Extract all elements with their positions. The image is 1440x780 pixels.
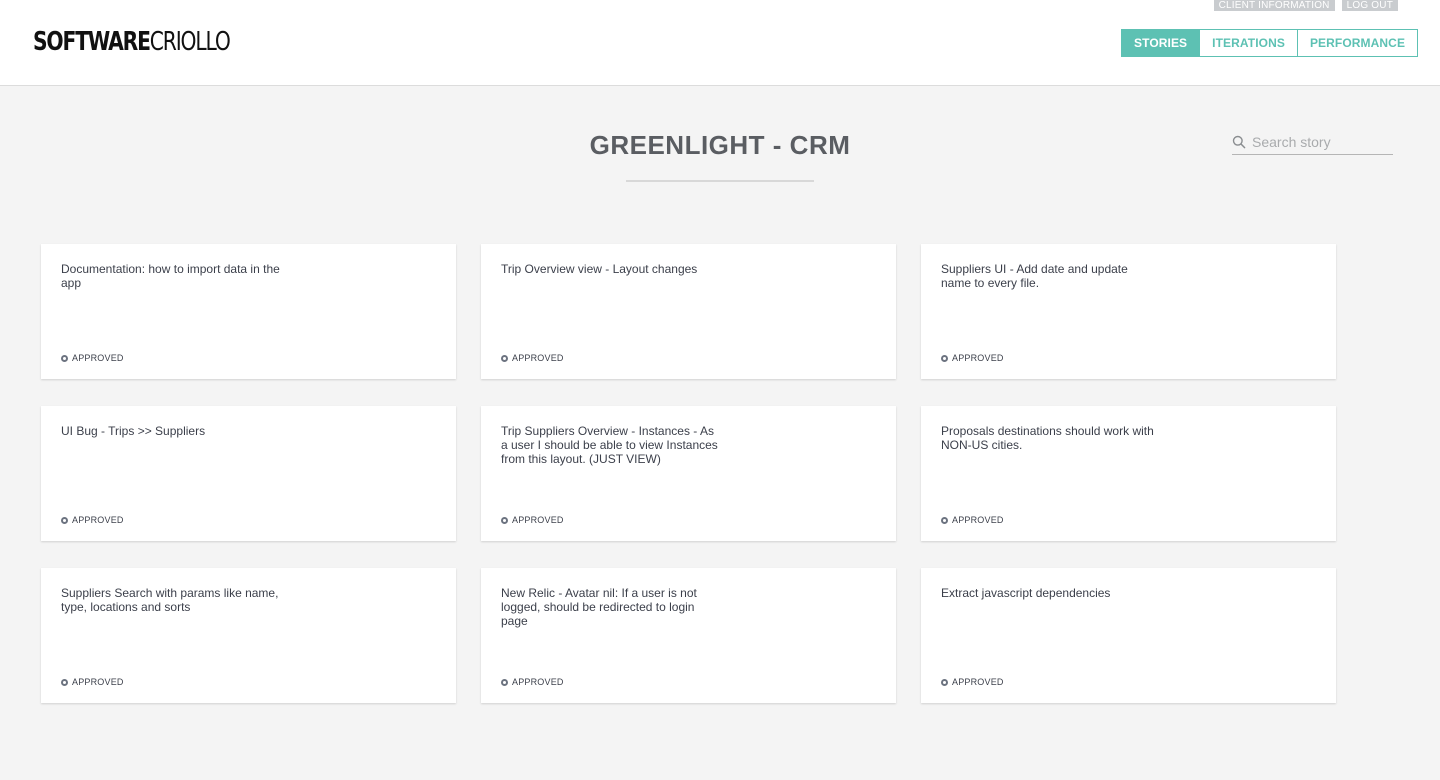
story-title: Extract javascript dependencies — [941, 586, 1111, 600]
client-information-link[interactable]: CLIENT INFORMATION — [1213, 0, 1335, 11]
story-title: Documentation: how to import data in the… — [61, 262, 280, 290]
status-dot-icon — [61, 517, 68, 524]
status-badge: APPROVED — [941, 353, 1004, 363]
title-divider — [626, 180, 814, 182]
account-links: CLIENT INFORMATION LOG OUT — [1213, 0, 1398, 11]
status-label: APPROVED — [512, 353, 564, 363]
story-card[interactable]: Proposals destinations should work with … — [921, 406, 1336, 541]
search-box — [1232, 131, 1393, 155]
status-label: APPROVED — [952, 677, 1004, 687]
story-card[interactable]: UI Bug - Trips >> Suppliers APPROVED — [41, 406, 456, 541]
story-card[interactable]: Suppliers UI - Add date and update name … — [921, 244, 1336, 379]
status-dot-icon — [501, 679, 508, 686]
story-card[interactable]: Trip Suppliers Overview - Instances - As… — [481, 406, 896, 541]
story-title: Proposals destinations should work with … — [941, 424, 1154, 452]
log-out-link[interactable]: LOG OUT — [1341, 0, 1398, 11]
status-dot-icon — [501, 517, 508, 524]
status-badge: APPROVED — [61, 515, 124, 525]
status-badge: APPROVED — [501, 677, 564, 687]
status-badge: APPROVED — [501, 353, 564, 363]
story-title: Trip Suppliers Overview - Instances - As… — [501, 424, 718, 466]
status-label: APPROVED — [512, 515, 564, 525]
status-label: APPROVED — [952, 515, 1004, 525]
story-card[interactable]: New Relic - Avatar nil: If a user is not… — [481, 568, 896, 703]
logo-bold-text: SOFTWARE — [33, 27, 151, 57]
story-title: New Relic - Avatar nil: If a user is not… — [501, 586, 697, 628]
status-label: APPROVED — [512, 677, 564, 687]
story-card[interactable]: Extract javascript dependencies APPROVED — [921, 568, 1336, 703]
page-title: GREENLIGHT - CRM — [589, 130, 851, 160]
tab-stories[interactable]: STORIES — [1122, 30, 1200, 56]
story-title: Trip Overview view - Layout changes — [501, 262, 698, 276]
status-dot-icon — [61, 355, 68, 362]
status-badge: APPROVED — [941, 677, 1004, 687]
story-title: Suppliers UI - Add date and update name … — [941, 262, 1128, 290]
status-dot-icon — [941, 517, 948, 524]
story-card[interactable]: Documentation: how to import data in the… — [41, 244, 456, 379]
status-badge: APPROVED — [501, 515, 564, 525]
tab-iterations[interactable]: ITERATIONS — [1199, 30, 1297, 56]
story-title: Suppliers Search with params like name, … — [61, 586, 279, 614]
status-badge: APPROVED — [941, 515, 1004, 525]
story-title: UI Bug - Trips >> Suppliers — [61, 424, 206, 438]
status-label: APPROVED — [72, 353, 124, 363]
status-label: APPROVED — [72, 515, 124, 525]
search-icon — [1232, 135, 1246, 149]
status-badge: APPROVED — [61, 677, 124, 687]
main-nav: STORIES ITERATIONS PERFORMANCE — [1121, 29, 1419, 57]
search-input[interactable] — [1252, 131, 1392, 153]
story-card[interactable]: Trip Overview view - Layout changes APPR… — [481, 244, 896, 379]
status-label: APPROVED — [952, 353, 1004, 363]
status-badge: APPROVED — [61, 353, 124, 363]
status-label: APPROVED — [72, 677, 124, 687]
status-dot-icon — [61, 679, 68, 686]
header-bar: SOFTWARECRIOLLO CLIENT INFORMATION LOG O… — [0, 0, 1440, 86]
status-dot-icon — [941, 355, 948, 362]
logo-light-text: CRIOLLO — [149, 27, 231, 57]
status-dot-icon — [501, 355, 508, 362]
status-dot-icon — [941, 679, 948, 686]
tab-performance[interactable]: PERFORMANCE — [1296, 30, 1418, 56]
story-card[interactable]: Suppliers Search with params like name, … — [41, 568, 456, 703]
logo[interactable]: SOFTWARECRIOLLO — [33, 27, 231, 57]
